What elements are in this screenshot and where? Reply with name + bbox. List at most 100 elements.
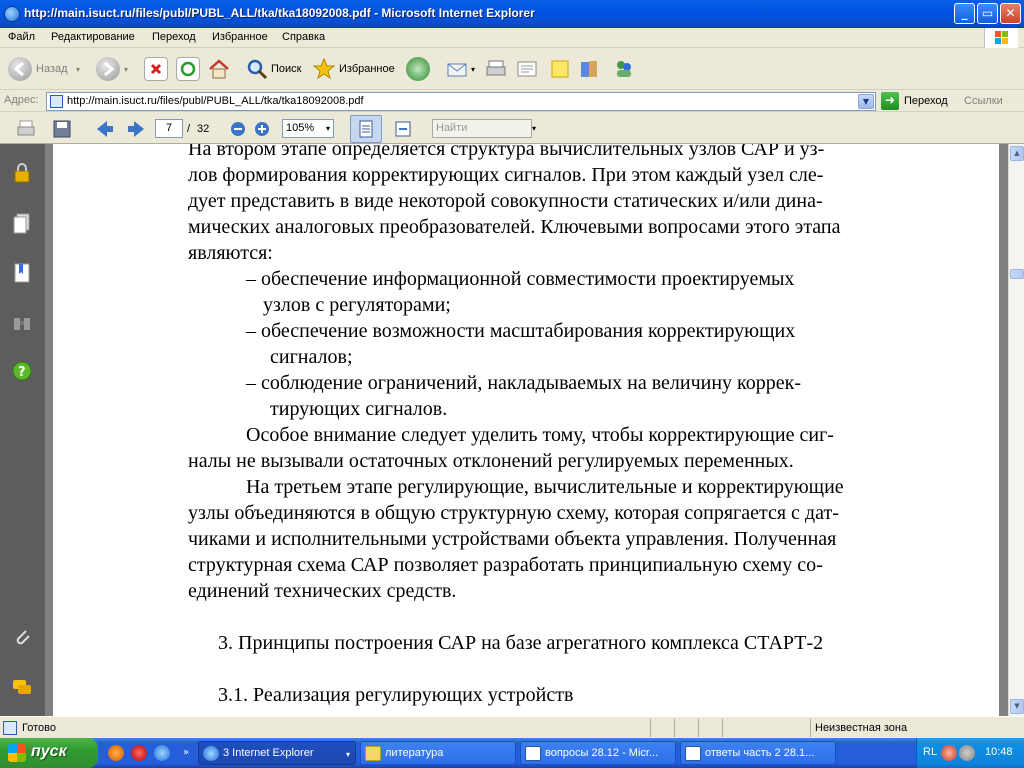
favorites-button-label[interactable]: Избранное: [339, 63, 395, 75]
page-number-input[interactable]: 7: [155, 119, 183, 138]
page-status-icon: [3, 721, 17, 735]
fit-width-icon[interactable]: [393, 119, 413, 139]
refresh-icon[interactable]: [176, 57, 200, 81]
ie-quicklaunch-icon[interactable]: [154, 745, 170, 761]
windows-logo-icon: [984, 28, 1018, 48]
print-icon[interactable]: [484, 57, 508, 81]
links-label[interactable]: Ссылки: [964, 95, 1003, 107]
pdf-save-icon[interactable]: [52, 119, 72, 139]
task-label: ответы часть 2 28.1...: [705, 747, 815, 759]
start-button[interactable]: пуск: [0, 738, 98, 768]
volume-icon[interactable]: [959, 745, 975, 761]
status-divider: [722, 719, 723, 737]
go-arrow-icon[interactable]: ➜: [881, 92, 899, 110]
lock-icon[interactable]: [11, 162, 33, 184]
task-word-questions[interactable]: вопросы 28.12 - Micr...: [520, 741, 676, 765]
scroll-thumb[interactable]: [1010, 269, 1024, 279]
scroll-up-icon[interactable]: ▲: [1010, 146, 1024, 161]
go-button-label[interactable]: Переход: [904, 95, 948, 107]
vertical-scrollbar[interactable]: ▲ ▼: [1008, 144, 1024, 716]
mail-icon[interactable]: [445, 57, 469, 81]
find-input[interactable]: Найти: [432, 119, 532, 138]
scroll-down-icon[interactable]: ▼: [1010, 699, 1024, 714]
text-line: чиками и исполнительными устройствами об…: [188, 528, 837, 550]
edit-icon[interactable]: [515, 57, 539, 81]
opera-icon[interactable]: [131, 745, 147, 761]
list-item-continuation: сигналов;: [270, 346, 353, 368]
forward-arrow-icon[interactable]: [96, 57, 120, 81]
signatures-icon[interactable]: [11, 312, 33, 334]
home-icon[interactable]: [207, 57, 231, 81]
list-item: – обеспечение информационной совместимос…: [246, 268, 795, 290]
zoom-select[interactable]: 105% ▾: [282, 119, 334, 138]
find-dropdown-icon[interactable]: ▾: [532, 124, 536, 133]
svg-text:?: ?: [18, 365, 26, 380]
quicklaunch-more-icon[interactable]: »: [178, 745, 194, 761]
notes-icon[interactable]: [548, 57, 572, 81]
menu-go[interactable]: Переход: [152, 31, 196, 43]
stop-icon[interactable]: [144, 57, 168, 81]
list-item-continuation: узлов с регуляторами;: [263, 294, 451, 316]
ie-icon[interactable]: [4, 6, 20, 22]
search-button-label[interactable]: Поиск: [271, 63, 301, 75]
next-page-icon[interactable]: [126, 119, 146, 139]
forward-dropdown-icon[interactable]: ▾: [124, 65, 128, 74]
maximize-button[interactable]: ▭: [977, 3, 998, 24]
fit-page-button[interactable]: [350, 115, 382, 143]
help-icon[interactable]: ?: [11, 360, 33, 382]
menu-bar: Файл Редактирование Переход Избранное Сп…: [0, 28, 1024, 48]
task-internet-explorer[interactable]: 3 Internet Explorer ▾: [198, 741, 356, 765]
previous-page-icon[interactable]: [95, 119, 115, 139]
title-bar: http://main.isuct.ru/files/publ/PUBL_ALL…: [0, 0, 1024, 28]
zoom-in-icon[interactable]: [252, 119, 272, 139]
minimize-button[interactable]: _: [954, 3, 975, 24]
zoom-out-icon[interactable]: [228, 119, 248, 139]
text-line: На третьем этапе регулирующие, вычислите…: [246, 476, 844, 498]
pages-icon[interactable]: [11, 212, 33, 234]
back-button-label[interactable]: Назад: [36, 63, 68, 75]
text-line: являются:: [188, 242, 273, 264]
clock: 10:48: [985, 746, 1013, 758]
comments-icon[interactable]: [11, 676, 33, 698]
windows-flag-icon: [8, 744, 26, 762]
document-text: На втором этапе определяется структура в…: [188, 144, 923, 708]
menu-file[interactable]: Файл: [8, 31, 35, 43]
messenger-icon[interactable]: [612, 57, 636, 81]
address-input[interactable]: http://main.isuct.ru/files/publ/PUBL_ALL…: [46, 92, 876, 111]
address-bar: Адрес: http://main.isuct.ru/files/publ/P…: [0, 90, 1024, 112]
address-dropdown-icon[interactable]: ▼: [858, 94, 874, 109]
task-folder[interactable]: литература: [360, 741, 516, 765]
back-arrow-icon[interactable]: [8, 57, 32, 81]
task-group-arrow-icon[interactable]: ▾: [346, 750, 350, 759]
address-label: Адрес:: [4, 94, 39, 106]
tray-app-icon[interactable]: [941, 745, 957, 761]
bookmarks-icon[interactable]: [11, 262, 33, 284]
zoom-dropdown-icon[interactable]: ▾: [326, 120, 330, 137]
attachments-icon[interactable]: [11, 626, 33, 648]
document-area[interactable]: На втором этапе определяется структура в…: [45, 144, 1008, 716]
research-icon[interactable]: [578, 57, 602, 81]
menu-edit[interactable]: Редактирование: [51, 31, 135, 43]
mail-dropdown-icon[interactable]: ▾: [471, 65, 475, 74]
search-icon[interactable]: [245, 57, 269, 81]
menu-favorites[interactable]: Избранное: [212, 31, 268, 43]
address-url[interactable]: http://main.isuct.ru/files/publ/PUBL_ALL…: [67, 95, 364, 107]
text-line: мических аналоговых преобразователей. Кл…: [188, 216, 841, 238]
status-divider: [674, 719, 675, 737]
favorites-star-icon[interactable]: [312, 57, 336, 81]
task-word-answers[interactable]: ответы часть 2 28.1...: [680, 741, 836, 765]
language-indicator[interactable]: RL: [923, 746, 937, 758]
history-icon[interactable]: [406, 57, 430, 81]
status-bar: Готово Неизвестная зона: [0, 716, 1024, 738]
status-text: Готово: [22, 722, 56, 734]
list-item: – соблюдение ограничений, накладываемых …: [246, 372, 802, 394]
close-button[interactable]: ✕: [1000, 3, 1021, 24]
menu-help[interactable]: Справка: [282, 31, 325, 43]
firefox-icon[interactable]: [108, 745, 124, 761]
window-title: http://main.isuct.ru/files/publ/PUBL_ALL…: [24, 6, 535, 20]
pdf-print-icon[interactable]: [16, 119, 36, 139]
start-label: пуск: [31, 743, 67, 760]
back-dropdown-icon[interactable]: ▾: [76, 65, 80, 74]
